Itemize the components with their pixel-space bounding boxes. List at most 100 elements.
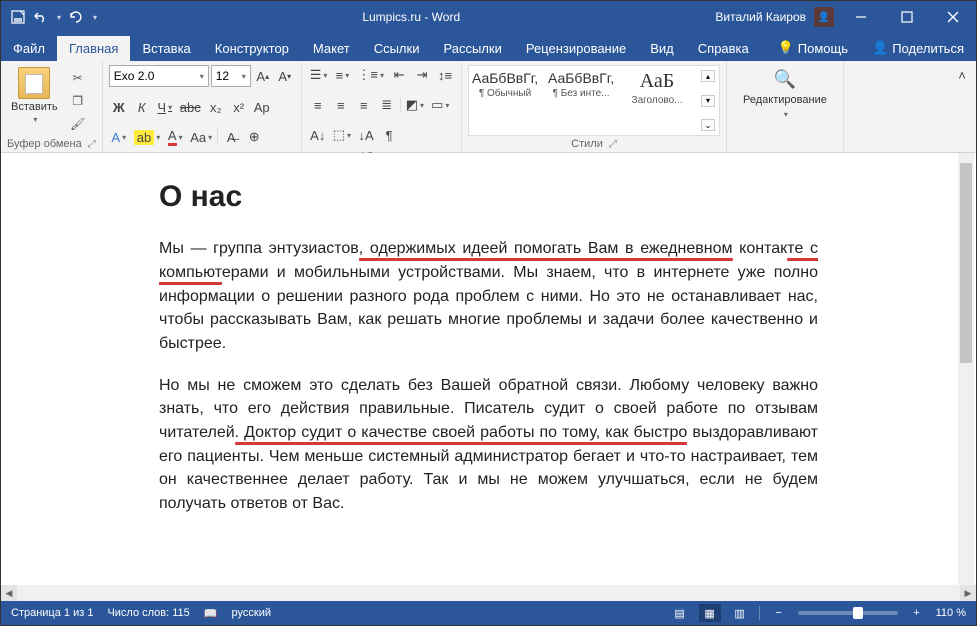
editing-button[interactable]: 🔍 Редактирование ▾ bbox=[733, 65, 837, 123]
style-normal[interactable]: АаБбВвГг,¶ Обычный bbox=[471, 68, 539, 133]
qat-customize-icon[interactable]: ▾ bbox=[93, 13, 97, 22]
page-indicator[interactable]: Страница 1 из 1 bbox=[11, 607, 93, 619]
copy-icon[interactable]: ❐ bbox=[68, 92, 88, 110]
paragraph-2[interactable]: Но мы не сможем это сделать без Вашей об… bbox=[159, 374, 818, 516]
maximize-button[interactable] bbox=[884, 1, 930, 33]
gallery-up-icon[interactable]: ▴ bbox=[701, 70, 715, 82]
strike-button[interactable]: abc bbox=[178, 97, 203, 117]
dialog-launcher-icon[interactable]: ⤢ bbox=[88, 139, 96, 150]
collapse-ribbon-icon[interactable]: ˄ bbox=[952, 65, 972, 85]
show-marks-button[interactable]: ¶ bbox=[379, 125, 399, 145]
increase-indent-button[interactable]: ⇥ bbox=[412, 65, 432, 85]
language-indicator[interactable]: русский bbox=[232, 607, 271, 619]
align-center-button[interactable]: ≡ bbox=[331, 95, 351, 115]
tab-review[interactable]: Рецензирование bbox=[514, 36, 638, 61]
grow-font-button[interactable]: A▴ bbox=[253, 66, 273, 86]
slider-thumb[interactable] bbox=[853, 607, 863, 619]
dialog-launcher-icon[interactable]: ⤢ bbox=[609, 139, 617, 150]
tab-design[interactable]: Конструктор bbox=[203, 36, 301, 61]
minimize-button[interactable] bbox=[838, 1, 884, 33]
change-case-button[interactable]: Aa▾ bbox=[188, 127, 214, 147]
share-icon: 👤 bbox=[872, 40, 888, 56]
zoom-out-button[interactable]: − bbox=[768, 604, 790, 622]
borders-button[interactable]: ▭▾ bbox=[429, 95, 451, 115]
justify-button[interactable]: ≣ bbox=[377, 95, 397, 115]
font-name-combo[interactable]: Exo 2.0▾ bbox=[109, 65, 209, 87]
vertical-scrollbar[interactable] bbox=[958, 153, 974, 585]
font-name-value: Exo 2.0 bbox=[114, 69, 155, 83]
undo-more-icon[interactable]: ▾ bbox=[57, 13, 61, 22]
redo-icon[interactable] bbox=[69, 10, 83, 24]
style-heading1[interactable]: АаБЗаголово... bbox=[623, 68, 691, 133]
styles-group-label: Стили bbox=[571, 138, 603, 150]
close-button[interactable] bbox=[930, 1, 976, 33]
gallery-more-icon[interactable]: ⌄ bbox=[701, 119, 715, 131]
gallery-down-icon[interactable]: ▾ bbox=[701, 95, 715, 107]
bold-button[interactable]: Ж bbox=[109, 97, 129, 117]
tab-references[interactable]: Ссылки bbox=[362, 36, 432, 61]
scroll-left-icon[interactable]: ◀ bbox=[1, 585, 17, 601]
highlight-button[interactable]: ab▾ bbox=[132, 127, 162, 147]
sort-button[interactable]: A↓ bbox=[308, 125, 328, 145]
share-button[interactable]: 👤Поделиться bbox=[860, 35, 976, 61]
sort2-button[interactable]: ↓A bbox=[356, 125, 376, 145]
style-nospacing[interactable]: АаБбВвГг,¶ Без инте... bbox=[547, 68, 615, 133]
subscript-button[interactable]: x₂ bbox=[206, 97, 226, 117]
decrease-indent-button[interactable]: ⇤ bbox=[389, 65, 409, 85]
paragraph-1[interactable]: Мы — группа энтузиастов, одержимых идеей… bbox=[159, 237, 818, 355]
align-left-button[interactable]: ≡ bbox=[308, 95, 328, 115]
read-mode-icon[interactable]: ▤ bbox=[669, 604, 691, 622]
shading2-button[interactable]: ⬚▾ bbox=[331, 125, 353, 145]
tab-help[interactable]: Справка bbox=[686, 36, 761, 61]
enclose-button[interactable]: ⊕ bbox=[244, 127, 264, 147]
style-gallery[interactable]: АаБбВвГг,¶ Обычный АаБбВвГг,¶ Без инте..… bbox=[468, 65, 720, 136]
text-effects-button[interactable]: A▾ bbox=[109, 127, 129, 147]
window-title: Lumpics.ru - Word bbox=[107, 10, 715, 24]
editing-label: Редактирование bbox=[743, 94, 827, 106]
zoom-level[interactable]: 110 % bbox=[936, 607, 966, 619]
document-area[interactable]: О нас Мы — группа энтузиастов, одержимых… bbox=[1, 153, 976, 585]
print-layout-icon[interactable]: ▦ bbox=[699, 604, 721, 622]
user-area[interactable]: Виталий Каиров 👤 bbox=[715, 7, 838, 27]
chevron-down-icon: ▾ bbox=[242, 72, 246, 81]
format-painter-icon[interactable]: 🖌 bbox=[68, 115, 88, 133]
zoom-slider[interactable] bbox=[798, 611, 898, 615]
font-color-button[interactable]: A▾ bbox=[165, 127, 185, 147]
document-page[interactable]: О нас Мы — группа энтузиастов, одержимых… bbox=[29, 175, 948, 516]
chevron-down-icon: ▾ bbox=[33, 115, 37, 124]
line-spacing-button[interactable]: ↕≡ bbox=[435, 65, 455, 85]
shading-button[interactable]: ◩▾ bbox=[404, 95, 426, 115]
zoom-in-button[interactable]: + bbox=[906, 604, 928, 622]
tab-home[interactable]: Главная bbox=[57, 36, 130, 61]
scroll-thumb[interactable] bbox=[960, 163, 972, 363]
proofing-icon[interactable]: 📖 bbox=[204, 607, 218, 620]
italic-button[interactable]: К bbox=[132, 97, 152, 117]
save-icon[interactable] bbox=[11, 10, 25, 24]
bullets-button[interactable]: ☰▾ bbox=[308, 65, 330, 85]
clear-format-button[interactable]: Ap bbox=[252, 97, 272, 117]
paste-button[interactable]: Вставить ▾ bbox=[7, 65, 62, 136]
user-avatar-icon[interactable]: 👤 bbox=[814, 7, 834, 27]
align-right-button[interactable]: ≡ bbox=[354, 95, 374, 115]
underline-button[interactable]: Ч▾ bbox=[155, 97, 175, 117]
horizontal-scrollbar[interactable]: ◀ ▶ bbox=[1, 585, 976, 601]
tab-mailings[interactable]: Рассылки bbox=[431, 36, 513, 61]
cut-icon[interactable]: ✂ bbox=[68, 69, 88, 87]
tab-layout[interactable]: Макет bbox=[301, 36, 362, 61]
web-layout-icon[interactable]: ▥ bbox=[729, 604, 751, 622]
scroll-right-icon[interactable]: ▶ bbox=[960, 585, 976, 601]
multilevel-button[interactable]: ⋮≡▾ bbox=[355, 65, 386, 85]
word-count[interactable]: Число слов: 115 bbox=[107, 607, 189, 619]
tab-file[interactable]: Файл bbox=[1, 36, 57, 61]
heading-1[interactable]: О нас bbox=[159, 175, 818, 219]
tell-me-button[interactable]: 💡Помощь bbox=[766, 35, 860, 61]
shrink-font-button[interactable]: A▾ bbox=[275, 66, 295, 86]
superscript-button[interactable]: x² bbox=[229, 97, 249, 117]
char-scale-button[interactable]: A̶ bbox=[221, 127, 241, 147]
tab-view[interactable]: Вид bbox=[638, 36, 686, 61]
numbering-button[interactable]: ≡▾ bbox=[332, 65, 352, 85]
lightbulb-icon: 💡 bbox=[778, 40, 794, 56]
undo-icon[interactable] bbox=[33, 10, 47, 24]
font-size-combo[interactable]: 12▾ bbox=[211, 65, 251, 87]
tab-insert[interactable]: Вставка bbox=[130, 36, 202, 61]
